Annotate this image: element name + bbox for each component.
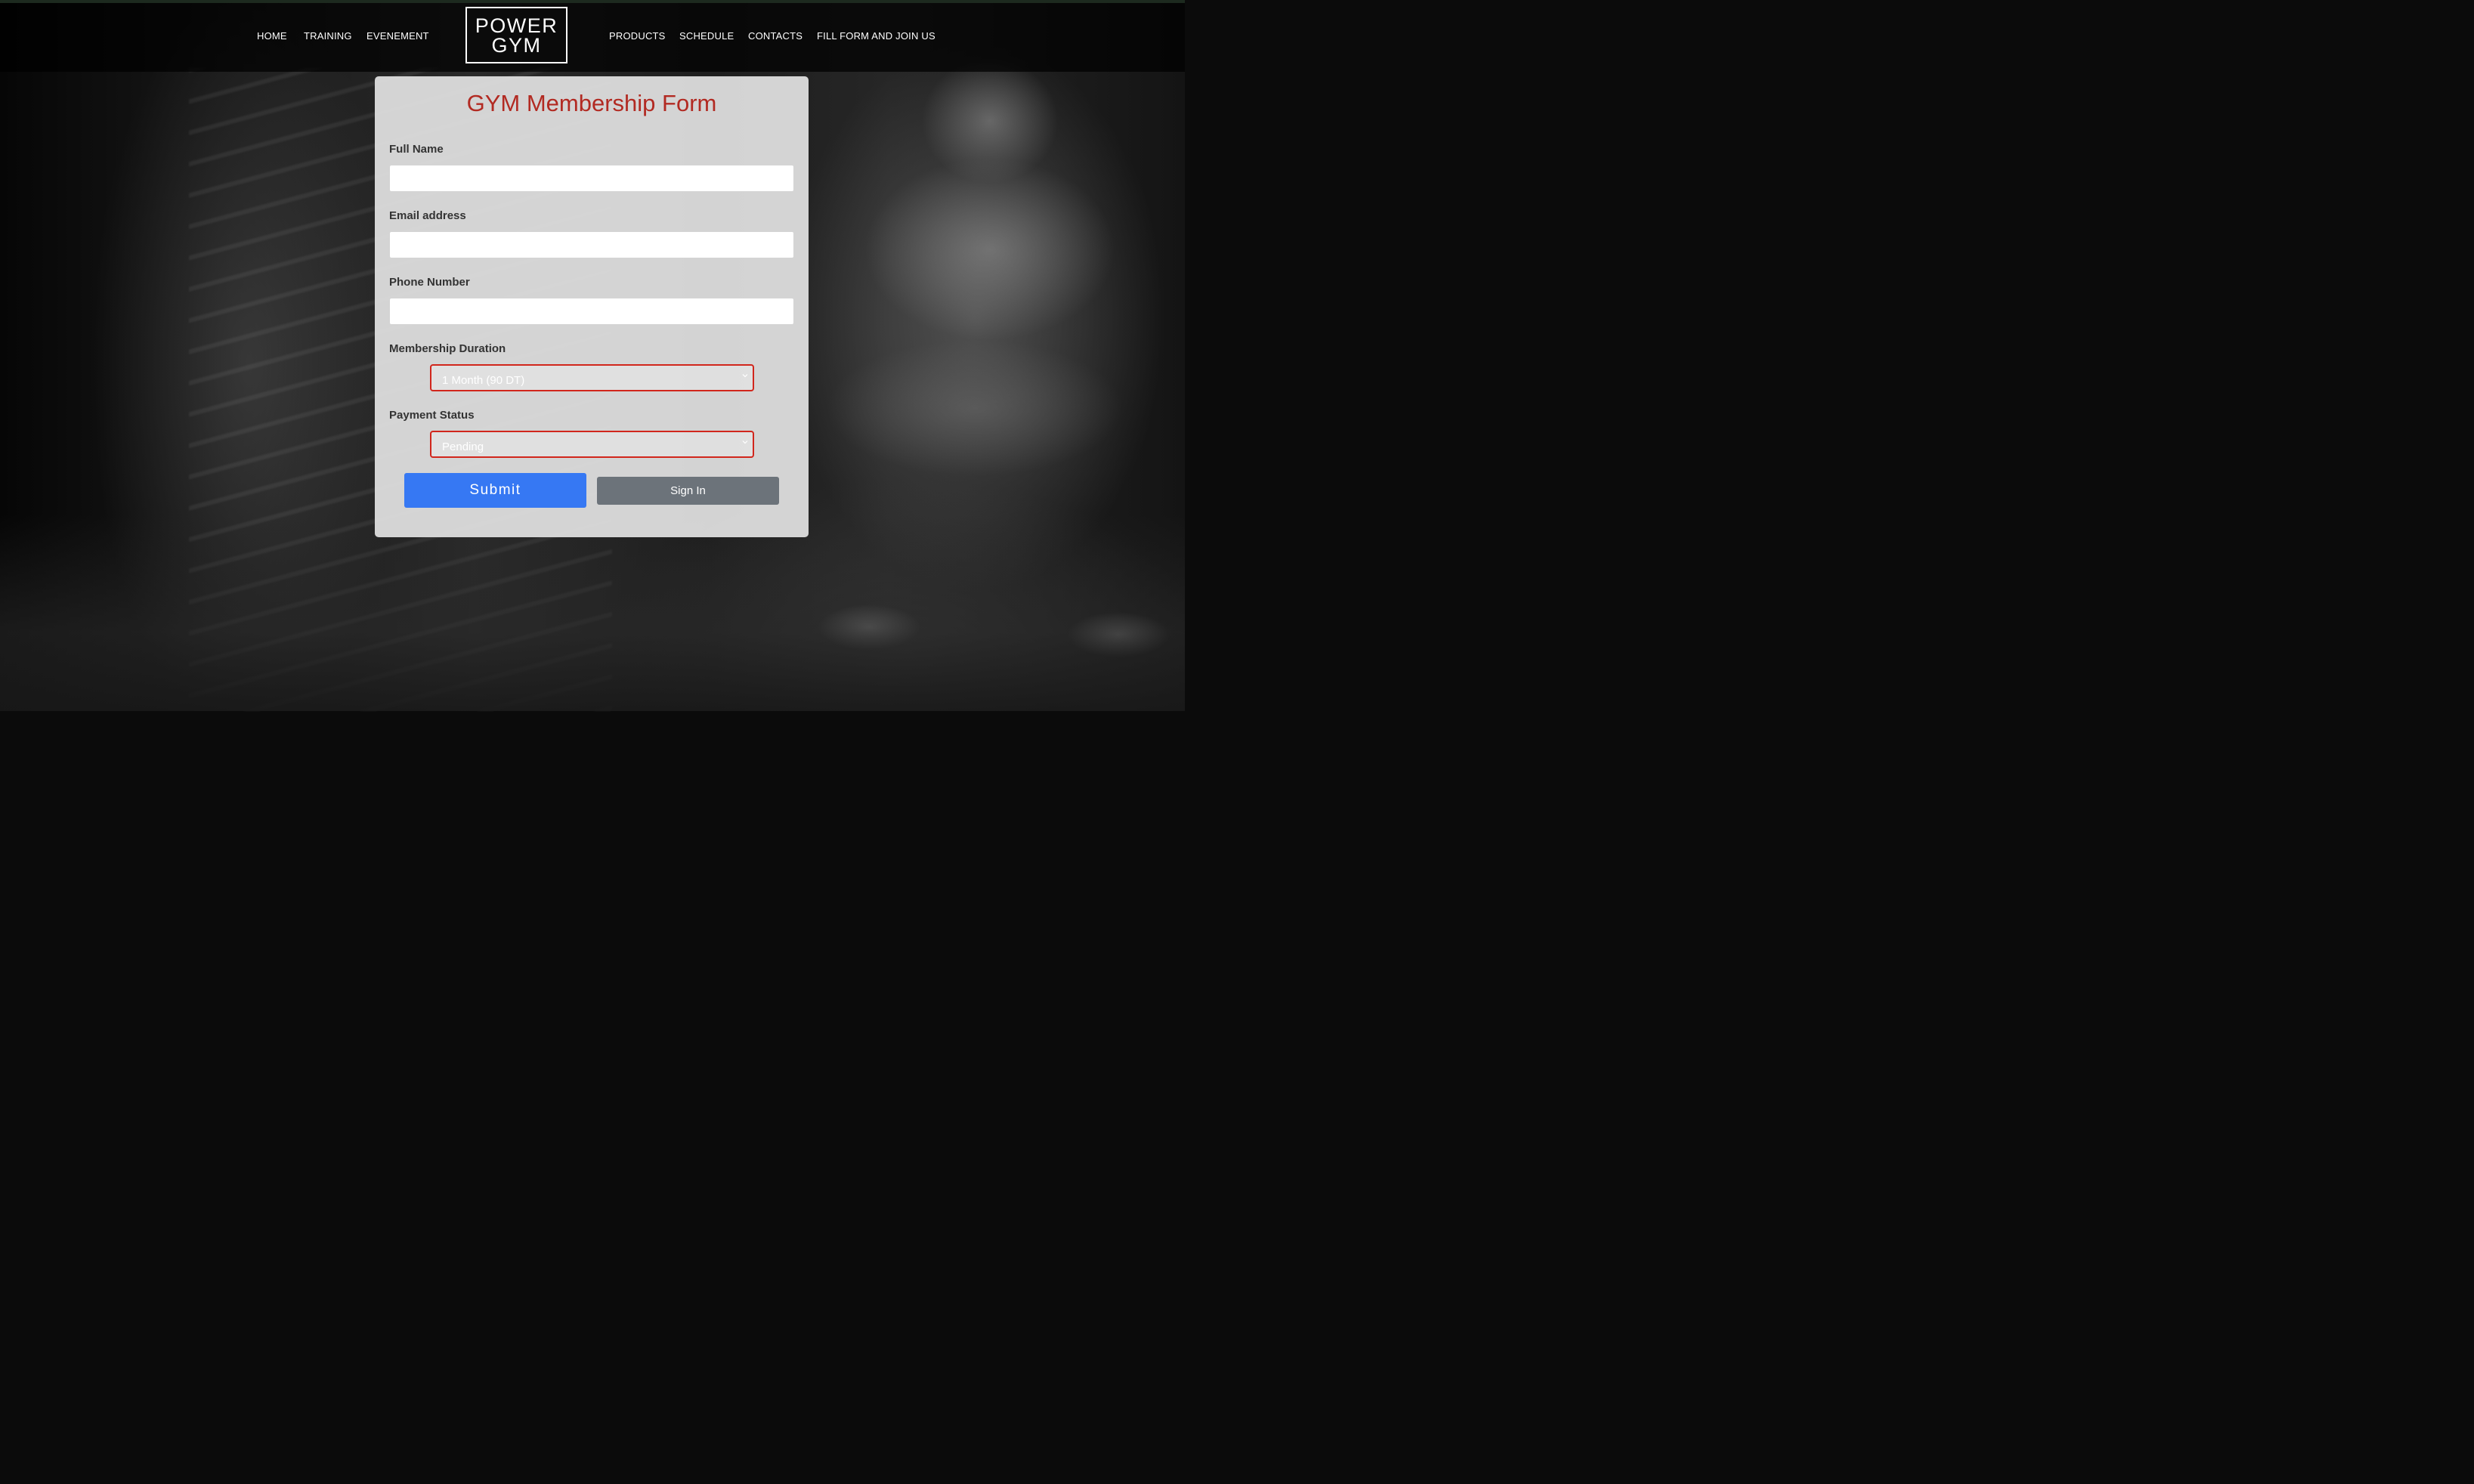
nav-contacts[interactable]: CONTACTS	[748, 30, 803, 42]
full-name-label: Full Name	[389, 143, 444, 156]
chevron-down-icon	[742, 374, 748, 378]
floor-backdrop	[0, 515, 1185, 711]
form-title: GYM Membership Form	[466, 90, 717, 116]
payment-status-label: Payment Status	[389, 409, 475, 422]
phone-input[interactable]	[389, 298, 794, 325]
nav-fill-form[interactable]: FILL FORM AND JOIN US	[817, 30, 935, 42]
nav-evenement[interactable]: EVENEMENT	[366, 30, 429, 42]
logo-line-2: GYM	[491, 33, 542, 57]
nav-products[interactable]: PRODUCTS	[609, 30, 666, 42]
logo-line-1: POWER	[475, 14, 558, 37]
membership-duration-select[interactable]: 1 Month (90 DT)	[430, 364, 754, 391]
submit-button[interactable]: Submit	[404, 473, 586, 508]
logo[interactable]: POWER GYM	[465, 7, 567, 63]
navbar: HOME TRAINING EVENEMENT POWER GYM PRODUC…	[0, 3, 1185, 72]
nav-training[interactable]: TRAINING	[304, 30, 352, 42]
payment-status-select[interactable]: Pending	[430, 431, 754, 458]
membership-duration-value: 1 Month (90 DT)	[442, 374, 525, 387]
sign-in-button[interactable]: Sign In	[597, 477, 779, 505]
email-label: Email address	[389, 209, 466, 222]
nav-schedule[interactable]: SCHEDULE	[679, 30, 734, 42]
email-input[interactable]	[389, 231, 794, 258]
phone-label: Phone Number	[389, 276, 470, 289]
membership-form-card: GYM Membership Form Full Name Email addr…	[375, 76, 809, 537]
chevron-down-icon	[742, 441, 748, 444]
membership-duration-label: Membership Duration	[389, 342, 506, 355]
nav-home[interactable]: HOME	[257, 30, 287, 42]
payment-status-value: Pending	[442, 441, 484, 453]
full-name-input[interactable]	[389, 165, 794, 192]
